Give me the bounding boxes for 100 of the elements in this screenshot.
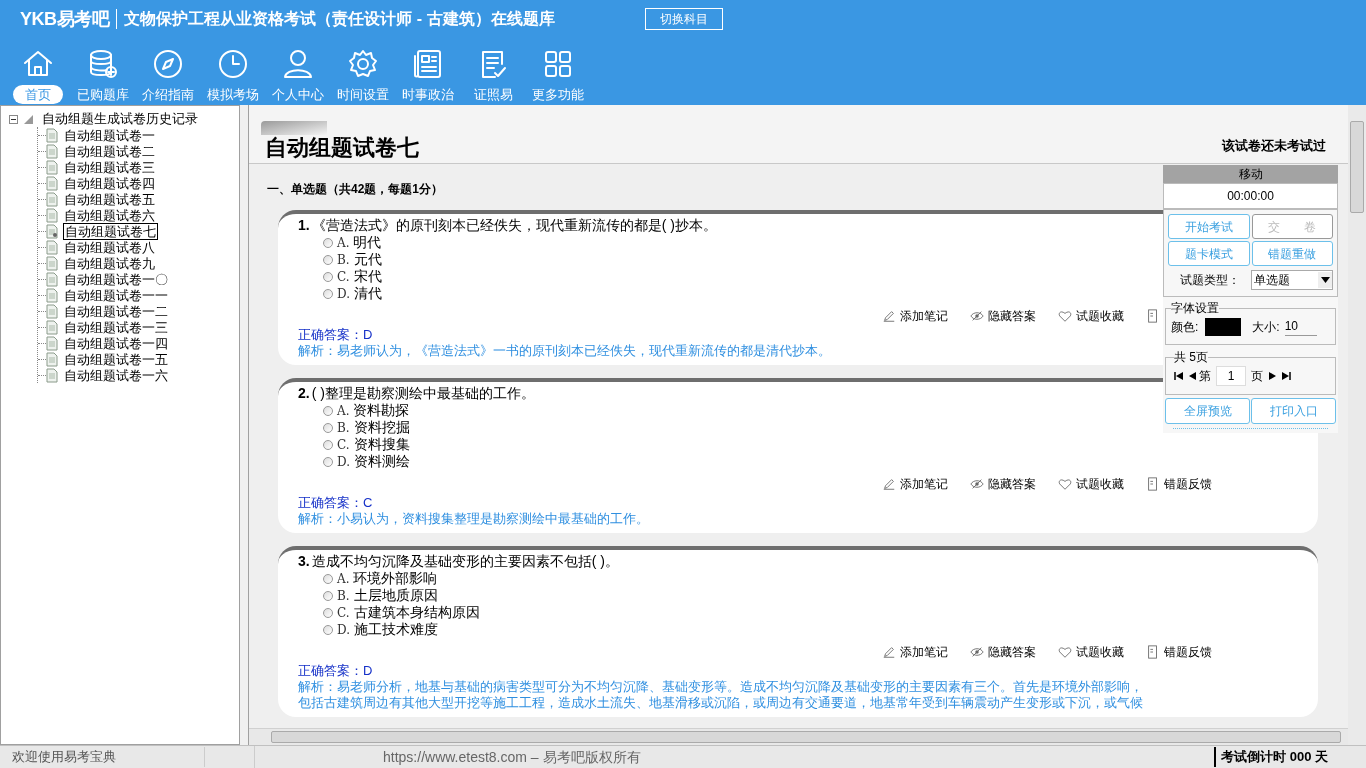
radio-button[interactable]	[323, 237, 333, 248]
eye-slash-icon[interactable]	[970, 309, 984, 323]
tree-expander[interactable]	[9, 114, 18, 124]
action-link[interactable]: 试题收藏	[1076, 643, 1124, 661]
scrollbar-thumb[interactable]	[1350, 121, 1364, 213]
settings-icon[interactable]	[347, 48, 379, 80]
tree-item[interactable]: 自动组题试卷一六	[64, 367, 168, 383]
exam-status: 该试卷还未考试过	[1222, 136, 1326, 155]
radio-button[interactable]	[323, 624, 333, 635]
document-icon	[46, 143, 58, 159]
document-icon[interactable]	[1146, 309, 1160, 323]
horizontal-scrollbar[interactable]	[249, 728, 1348, 745]
tree-item[interactable]: 自动组题试卷六	[64, 207, 155, 223]
question-number: 3.	[298, 552, 310, 570]
move-handle[interactable]: 移动	[1163, 165, 1338, 183]
tree-item[interactable]: 自动组题试卷一	[64, 127, 155, 143]
vertical-scrollbar[interactable]	[1348, 105, 1366, 745]
pencil-icon[interactable]	[882, 645, 896, 659]
action-link[interactable]: 错题反馈	[1164, 643, 1212, 661]
page-field[interactable]: 1	[1216, 366, 1246, 386]
exam-title: 自动组题试卷七	[265, 136, 419, 162]
color-swatch[interactable]	[1205, 317, 1242, 336]
heart-icon[interactable]	[1058, 477, 1072, 491]
page-prefix: 第	[1199, 368, 1211, 385]
tree-item[interactable]: 自动组题试卷一五	[64, 351, 168, 367]
analysis-line: 解析：易老师认为，《营造法式》一书的原刊刻本已经佚失，现代重新流传的都是清代抄本。	[298, 343, 831, 359]
previous-page-icon[interactable]	[1188, 372, 1197, 380]
tree-item[interactable]: 自动组题试卷一一	[64, 287, 168, 303]
type-select[interactable]: 单选题	[1251, 270, 1333, 290]
radio-button[interactable]	[323, 405, 333, 416]
tree-item[interactable]: 自动组题试卷八	[64, 239, 155, 255]
last-page-icon[interactable]	[1282, 372, 1291, 380]
tree-item[interactable]: 自动组题试卷七	[63, 222, 158, 240]
action-link[interactable]: 隐藏答案	[988, 643, 1036, 661]
database-icon[interactable]	[87, 48, 119, 80]
radio-button[interactable]	[323, 456, 333, 467]
clock-icon[interactable]	[217, 48, 249, 80]
tree-item[interactable]: 自动组题试卷一四	[64, 335, 168, 351]
tree-item[interactable]: 自动组题试卷一二	[64, 303, 168, 319]
document-icon[interactable]	[1146, 477, 1160, 491]
first-page-icon[interactable]	[1174, 372, 1183, 380]
tree-item[interactable]: 自动组题试卷三	[64, 159, 155, 175]
logo: YKB易考吧	[20, 7, 110, 31]
heart-icon[interactable]	[1058, 309, 1072, 323]
pencil-icon[interactable]	[882, 309, 896, 323]
tree-root[interactable]: 自动组题生成试卷历史记录	[42, 109, 198, 129]
tree-item[interactable]: 自动组题试卷二	[64, 143, 155, 159]
pencil-icon[interactable]	[882, 477, 896, 491]
radio-button[interactable]	[323, 288, 333, 299]
radio-button[interactable]	[323, 607, 333, 618]
option-text: 宋代	[353, 267, 382, 286]
action-link[interactable]: 隐藏答案	[988, 475, 1036, 493]
option-letter: C.	[337, 268, 350, 286]
action-link[interactable]: 隐藏答案	[988, 307, 1036, 325]
caret-icon[interactable]	[1320, 277, 1330, 283]
heart-icon[interactable]	[1058, 645, 1072, 659]
document-icon	[46, 367, 58, 383]
radio-button[interactable]	[323, 590, 333, 601]
tree-item[interactable]: 自动组题试卷五	[64, 191, 155, 207]
newspaper-icon[interactable]	[412, 48, 444, 80]
page-curl-icon	[261, 121, 327, 135]
document-icon[interactable]	[1146, 645, 1160, 659]
radio-button[interactable]	[323, 439, 333, 450]
user-icon[interactable]	[282, 48, 314, 80]
tree-item[interactable]: 自动组题试卷四	[64, 175, 155, 191]
status-text: 欢迎使用易考宝典	[0, 747, 205, 767]
action-link[interactable]: 添加笔记	[900, 475, 948, 493]
action-link[interactable]: 添加笔记	[900, 643, 948, 661]
eye-slash-icon[interactable]	[970, 477, 984, 491]
option-letter: B.	[337, 419, 350, 437]
radio-button[interactable]	[323, 573, 333, 584]
action-link[interactable]: 添加笔记	[900, 307, 948, 325]
tree-item[interactable]: 自动组题试卷一三	[64, 319, 168, 335]
action-link[interactable]: 试题收藏	[1076, 475, 1124, 493]
option-letter: B.	[337, 251, 350, 269]
next-page-icon[interactable]	[1268, 372, 1277, 380]
option-text: 清代	[354, 284, 382, 303]
tree-item[interactable]: 自动组题试卷一〇	[64, 271, 168, 287]
document-icon	[46, 127, 58, 143]
action-link[interactable]: 错题反馈	[1164, 475, 1212, 493]
tree-item[interactable]: 自动组题试卷九	[64, 255, 155, 271]
question-number: 2.	[298, 384, 310, 402]
analysis-line: 解析：小易认为，资料搜集整理是勘察测绘中最基础的工作。	[298, 511, 649, 527]
option-text: 资料测绘	[354, 452, 410, 471]
option-text: 明代	[353, 233, 382, 252]
option-text: 古建筑本身结构原因	[353, 603, 480, 622]
document-icon	[46, 303, 58, 319]
size-field[interactable]: 10	[1284, 317, 1317, 336]
scrollbar-thumb[interactable]	[271, 731, 1341, 743]
countdown-text: 考试倒计时 000 天	[1214, 747, 1328, 767]
radio-button[interactable]	[323, 254, 333, 265]
group-label: 字体设置	[1171, 300, 1219, 317]
eye-slash-icon[interactable]	[970, 645, 984, 659]
grid-icon[interactable]	[542, 48, 574, 80]
radio-button[interactable]	[323, 271, 333, 282]
option-letter: D.	[337, 621, 350, 639]
compass-icon[interactable]	[152, 48, 184, 80]
action-link[interactable]: 试题收藏	[1076, 307, 1124, 325]
radio-button[interactable]	[323, 422, 333, 433]
document-icon	[46, 319, 58, 335]
